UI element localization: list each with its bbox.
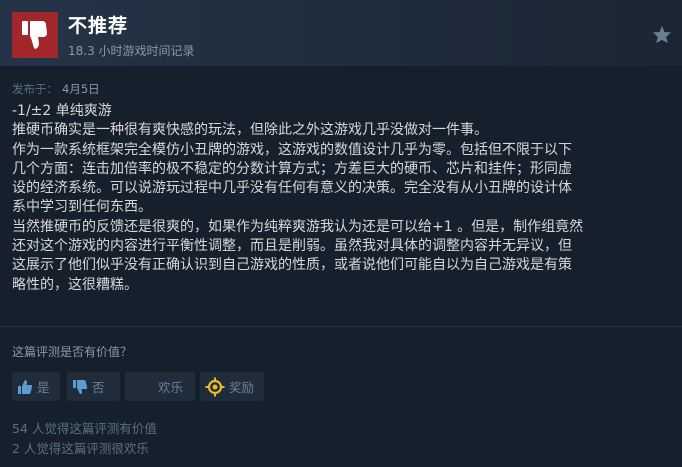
review-line: 推硬币确实是一种很有爽快感的玩法，但除此之外这游戏几乎没做对一件事。	[12, 122, 488, 139]
not-recommended-badge[interactable]	[12, 12, 58, 58]
star-icon[interactable]	[652, 25, 672, 48]
review-line: 设的经济系统。可以说游玩过程中几乎没有任何有意义的决策。完全没有从小丑牌的设计体	[12, 180, 572, 197]
review-line: 作为一款系统框架完全模仿小丑牌的游戏，这游戏的数值设计几乎为零。包括但不限于以下	[12, 141, 572, 158]
thumbs-down-icon	[72, 379, 88, 395]
vote-funny-label: 欢乐	[158, 380, 184, 395]
award-icon	[205, 377, 225, 397]
divider	[0, 326, 682, 327]
vote-yes-label: 是	[37, 380, 50, 395]
review-line: -1/±2 单纯爽游	[12, 103, 112, 119]
vote-no-button[interactable]: 否	[67, 372, 120, 401]
review-line: 几个方面：连击加倍率的极不稳定的分数计算方式；方差巨大的硬币、芯片和挂件；形同虚	[12, 160, 572, 177]
review-line: 还对这个游戏的内容进行平衡性调整，而且是削弱。虽然我对具体的调整内容并无异议，但	[12, 238, 572, 255]
review-line: 这展示了他们似乎没有正确认识到自己游戏的性质，或者说他们可能自以为自己游戏是有策	[12, 257, 572, 274]
review-line: 系中学习到任何东西。	[12, 199, 152, 216]
posted-date: 发布于： 4月5日	[12, 81, 100, 97]
thumbs-up-icon	[17, 379, 33, 395]
vote-yes-button[interactable]: 是	[12, 372, 60, 401]
vote-no-label: 否	[92, 380, 105, 395]
helpful-question: 这篇评测是否有价值？	[12, 345, 133, 359]
vote-funny-button[interactable]: 欢乐	[125, 372, 195, 401]
helpful-count: 54 人觉得这篇评测有价值	[12, 421, 157, 436]
recommendation-title: 不推荐	[68, 15, 129, 37]
review-line: 略性的，这很糟糕。	[12, 276, 138, 293]
review-header: 不推荐 18.3 小时游戏时间记录	[0, 0, 682, 66]
funny-count: 2 人觉得这篇评测很欢乐	[12, 441, 149, 456]
playtime-hours: 18.3 小时游戏时间记录	[68, 44, 195, 58]
review-line: 当然推硬币的反馈还是很爽的，如果作为纯粹爽游我认为还是可以给+1 。但是，制作组…	[12, 218, 584, 235]
award-button[interactable]: 奖励	[200, 372, 264, 401]
posted-date-value: 4月5日	[62, 82, 100, 96]
thumbs-down-icon	[22, 21, 47, 49]
review-body: -1/±2 单纯爽游 推硬币确实是一种很有爽快感的玩法，但除此之外这游戏几乎没做…	[12, 102, 678, 295]
posted-label: 发布于：	[12, 82, 58, 96]
award-label: 奖励	[229, 380, 255, 395]
